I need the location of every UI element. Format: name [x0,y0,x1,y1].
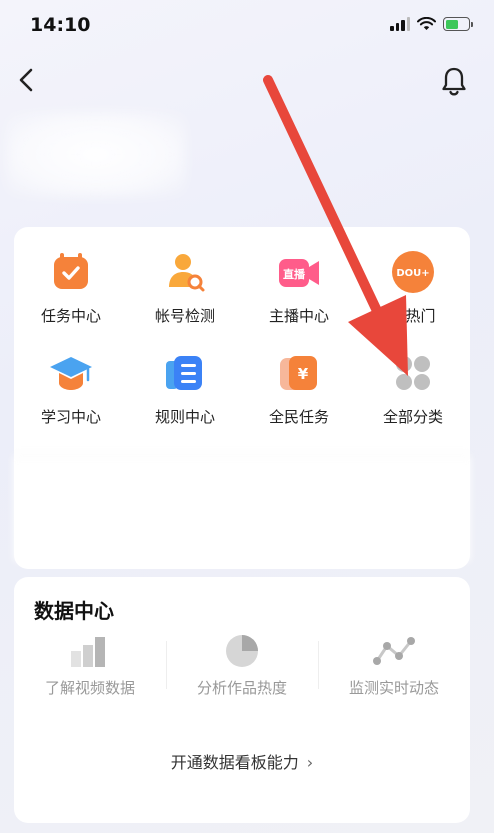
service-label: 全部分类 [382,408,443,426]
streamer-badge: 直播 [283,267,306,281]
service-streamer-center[interactable]: 直播 主播中心 [242,249,356,326]
service-trending[interactable]: DOU+ 上热门 [356,249,470,326]
service-account-check[interactable]: 帐号检测 [128,249,242,326]
chevron-left-icon [19,68,33,92]
service-all-tasks[interactable]: ¥ 全民任务 [242,350,356,427]
open-dashboard-link[interactable]: 开通数据看板能力 › [14,749,470,773]
services-grid: 任务中心 帐号检测 直播 主播中心 DOU+ 上热门 学习中心 规则中心 ¥ 全… [14,249,470,427]
wifi-icon [417,17,436,30]
service-label: 学习中心 [40,408,101,426]
yuan-badge: ¥ [298,365,309,383]
status-icons [390,17,473,31]
dou-badge: DOU+ [396,268,429,279]
service-label: 主播中心 [268,307,329,325]
task-icon [54,253,88,289]
yuan-task-icon: ¥ [280,356,317,390]
service-task-center[interactable]: 任务中心 [14,249,128,326]
graduation-cap-icon [50,357,92,390]
services-card: 任务中心 帐号检测 直播 主播中心 DOU+ 上热门 学习中心 规则中心 ¥ 全… [14,227,470,569]
rules-icon [166,356,202,390]
data-item-label: 监测实时动态 [348,679,439,697]
service-label: 规则中心 [154,408,215,426]
data-center-card: 数据中心 了解视频数据 分析作品热度 监测实时动态 开通数据看板能力 › [14,577,470,823]
nav-bar [0,55,494,107]
status-time: 14:10 [30,14,91,36]
bell-icon [442,67,466,96]
data-realtime[interactable]: 监测实时动态 [318,633,470,703]
service-rules-center[interactable]: 规则中心 [128,350,242,427]
back-button[interactable] [12,65,42,95]
service-learning-center[interactable]: 学习中心 [14,350,128,427]
battery-icon [443,17,473,31]
notification-button[interactable] [438,65,470,97]
streamer-icon: 直播 [279,259,319,287]
line-chart-icon [373,637,415,665]
service-label: 帐号检测 [154,307,215,325]
redacted-profile [6,112,186,197]
service-label: 任务中心 [40,307,101,325]
signal-icon [390,17,410,31]
battery-level [445,19,458,29]
service-all-categories[interactable]: 全部分类 [356,350,470,427]
bar-chart-icon [71,637,105,667]
service-label: 上热门 [390,307,436,325]
open-dashboard-label: 开通数据看板能力 [170,753,299,772]
data-item-label: 了解视频数据 [44,679,135,697]
data-center-title: 数据中心 [34,599,114,623]
data-work-heat[interactable]: 分析作品热度 [166,633,318,703]
pie-chart-icon [226,635,258,667]
account-check-icon [169,254,205,292]
data-video-stats[interactable]: 了解视频数据 [14,633,166,703]
dou-plus-icon: DOU+ [392,251,434,293]
all-categories-icon [396,356,430,390]
redacted-banner [14,455,470,561]
data-center-items: 了解视频数据 分析作品热度 监测实时动态 [14,633,470,703]
status-bar: 14:10 [0,0,494,52]
chevron-right-icon: › [306,753,314,772]
service-label: 全民任务 [268,408,329,426]
data-item-label: 分析作品热度 [196,679,287,697]
